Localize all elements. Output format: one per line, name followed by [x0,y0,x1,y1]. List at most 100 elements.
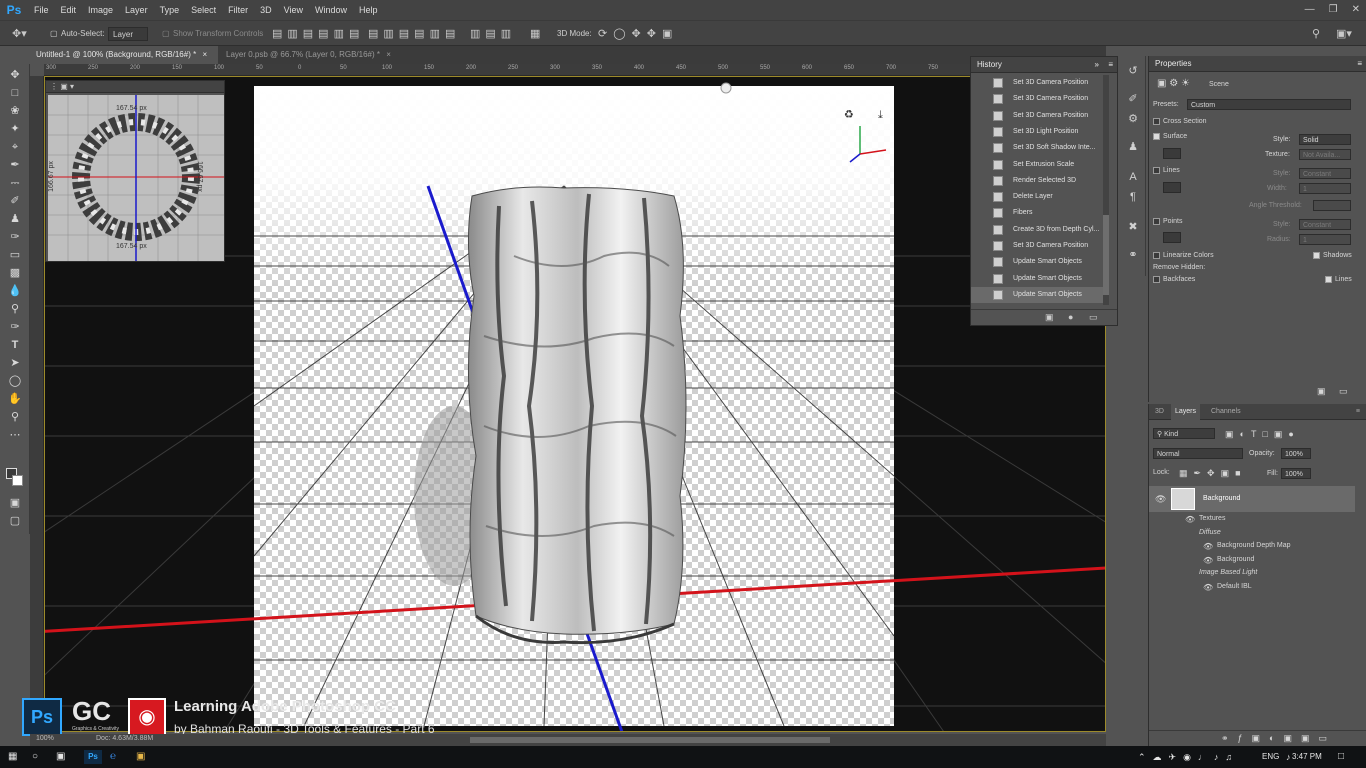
ellipse-tool-icon[interactable]: ◯ [7,374,23,388]
lines-style-dropdown[interactable]: Constant [1299,168,1351,179]
eraser-icon[interactable]: ▭ [7,248,23,262]
menu-3d[interactable]: 3D [254,0,278,20]
tab-channels[interactable]: Channels [1207,404,1245,420]
background-color-swatch[interactable] [12,475,23,486]
minimize-icon[interactable]: — [1305,0,1315,20]
history-item[interactable]: Set 3D Camera Position [971,75,1109,91]
history-item[interactable]: Update Smart Objects [971,286,1109,303]
menu-window[interactable]: Window [309,0,353,20]
properties-title[interactable]: Properties [1155,59,1191,68]
default-ibl-label[interactable]: Default IBL [1217,583,1252,590]
shadows-checkbox[interactable] [1313,252,1320,259]
lines-color-swatch[interactable] [1163,182,1181,193]
panel-menu-icon[interactable]: ≡ [1108,57,1113,73]
task-view-icon[interactable]: ▣ [56,750,65,764]
history-item[interactable]: Set 3D Soft Shadow Inte... [971,140,1109,156]
horizontal-scrollbar[interactable] [470,737,830,743]
language-indicator[interactable]: ENG [1262,750,1279,764]
zoom-tool-icon[interactable]: ⚲ [7,410,23,424]
snapshot-icon[interactable]: ● [1068,312,1073,322]
width-input[interactable]: 1 [1299,183,1351,194]
history-item[interactable]: Delete Layer [971,189,1109,205]
tab-layers[interactable]: Layers [1171,404,1201,420]
photoshop-taskbar-icon[interactable]: Ps [84,750,102,764]
navigator-preview[interactable]: 167.54 px 167.54 px 166.67 px 166.67 px [48,95,224,261]
kind-filter-dropdown[interactable]: ⚲ Kind [1153,428,1215,439]
visibility-eye-icon[interactable]: 👁 [1155,494,1166,505]
history-item[interactable]: Fibers [971,205,1109,221]
cross-section-checkbox[interactable] [1153,118,1160,125]
more-tools-icon[interactable]: ⋯ [7,428,23,442]
auto-select-dropdown[interactable]: Layer [108,27,148,41]
move-tool-icon[interactable]: ✥▾ [12,27,27,41]
surface-style-dropdown[interactable]: Solid [1299,134,1351,145]
points-checkbox[interactable] [1153,218,1160,225]
panel-menu-icon[interactable]: ≡ [1357,56,1362,72]
points-color-swatch[interactable] [1163,232,1181,243]
textures-eye-icon[interactable]: 👁 [1185,515,1195,524]
quick-mask-icon[interactable]: ▣ [7,496,23,510]
dodge-tool-icon[interactable]: ⚲ [7,302,23,316]
depth-map-label[interactable]: Background Depth Map [1217,542,1291,549]
tab-close-icon[interactable]: × [386,50,391,59]
edge-icon[interactable]: ℮ [110,750,116,764]
distribute-icons[interactable]: ▤▥▤▤▥▤ [368,27,460,41]
crop-tool-icon[interactable]: ⌖ [7,140,23,154]
explorer-icon[interactable]: ▣ [136,750,145,764]
volume-icon[interactable]: ♪ [1286,750,1291,764]
blend-mode-dropdown[interactable]: Normal [1153,448,1243,459]
history-scrollbar[interactable] [1103,75,1109,305]
move-tool-icon[interactable]: ✥ [7,68,23,82]
character-panel-icon[interactable]: A [1126,170,1140,184]
lines2-checkbox[interactable] [1325,276,1332,283]
angle-threshold-input[interactable] [1313,200,1351,211]
brush-tool-icon[interactable]: ✐ [7,194,23,208]
history-panel-icon[interactable]: ↺ [1126,64,1140,78]
gradient-tool-icon[interactable]: ▩ [7,266,23,280]
new-document-icon[interactable]: ▣ [1045,312,1054,323]
auto-align-icon[interactable]: ▦ [530,27,540,41]
backfaces-checkbox[interactable] [1153,276,1160,283]
notification-icon[interactable]: □ [1338,750,1344,764]
filter-icons[interactable]: ▣◐T□▣● [1225,429,1300,440]
lock-icons[interactable]: ▦✒✥▣■ [1179,468,1247,479]
history-item[interactable]: Set Extrusion Scale [971,157,1109,173]
adjust-panel-icon[interactable]: ⚙ [1126,112,1140,126]
restore-icon[interactable]: ❐ [1329,0,1338,20]
history-item[interactable]: Set 3D Camera Position [971,108,1109,124]
surface-checkbox[interactable] [1153,133,1160,140]
fill-input[interactable]: 100% [1281,468,1311,479]
collapse-icon[interactable]: » [1095,57,1099,73]
history-item[interactable]: Update Smart Objects [971,271,1109,287]
workspace-icon[interactable]: ▣▾ [1336,27,1352,41]
history-item[interactable]: Set 3D Camera Position [971,238,1109,254]
close-icon[interactable]: ✕ [1352,0,1360,20]
linearize-checkbox[interactable] [1153,252,1160,259]
eyedropper-icon[interactable]: ✒ [7,158,23,172]
menu-view[interactable]: View [278,0,309,20]
clone-source-icon[interactable]: ♟ [1126,140,1140,154]
marquee-tool-icon[interactable]: □ [7,86,23,100]
type-tool-icon[interactable]: T [7,338,23,352]
menu-type[interactable]: Type [154,0,186,20]
pen-tool-icon[interactable]: ✑ [7,320,23,334]
delete-icon[interactable]: ▭ [1339,386,1348,397]
tab-close-icon[interactable]: × [202,50,207,59]
lines-checkbox[interactable] [1153,167,1160,174]
tab-3d[interactable]: 3D [1151,404,1168,420]
tab-untitled-1[interactable]: Untitled-1 @ 100% (Background, RGB/16#) … [30,46,218,64]
menu-layer[interactable]: Layer [119,0,154,20]
history-item[interactable]: Update Smart Objects [971,254,1109,270]
show-transform-checkbox[interactable]: ▢ [162,27,170,41]
libraries-icon[interactable]: ⚭ [1126,248,1140,262]
tray-icons[interactable]: ⌃☁✈◉♩♪♫ [1138,750,1239,764]
diffuse-bg-label[interactable]: Background [1217,556,1254,563]
diffuse-bg-eye-icon[interactable]: 👁 [1203,556,1213,565]
menu-select[interactable]: Select [185,0,222,20]
panel-menu-icon[interactable]: ≡ [1352,404,1364,420]
presets-dropdown[interactable]: Custom [1187,99,1351,110]
menu-image[interactable]: Image [82,0,119,20]
history-title[interactable]: History [977,60,1002,69]
layer-row-background[interactable]: 👁 Background [1149,486,1355,512]
menu-help[interactable]: Help [353,0,384,20]
